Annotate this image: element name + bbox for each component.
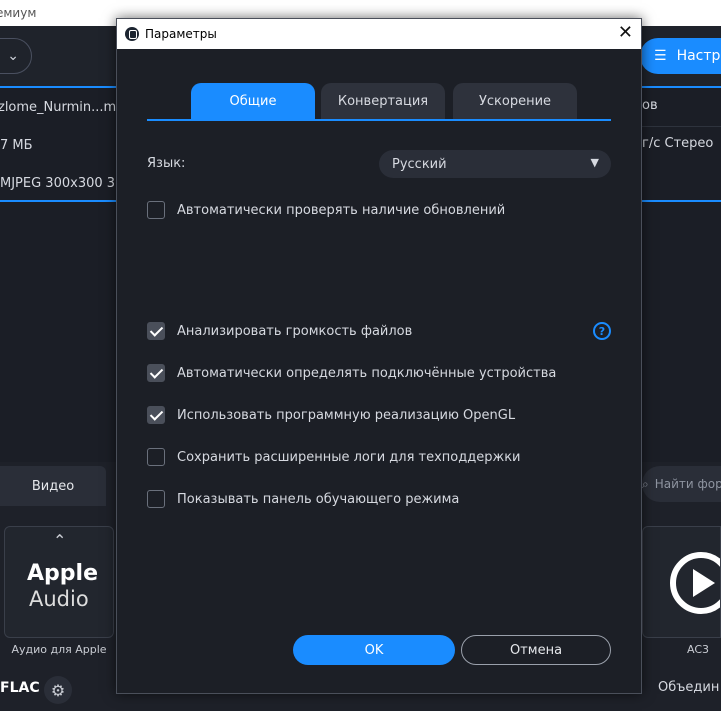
file-audio-info: г/с Стерео xyxy=(642,136,714,151)
option-extended-logs[interactable]: Сохранить расширенные логи для техподдер… xyxy=(147,446,521,468)
settings-button-label: Настр xyxy=(676,48,721,64)
format-card-apple-audio[interactable]: ⌃ Apple Audio xyxy=(4,526,114,638)
dialog-title-bar: Параметры ✕ xyxy=(117,19,641,49)
gear-icon[interactable]: ⚙ xyxy=(44,676,72,704)
output-format-label: FLAC xyxy=(0,680,40,696)
merge-files-toggle[interactable]: Объедин xyxy=(658,680,719,695)
language-value: Русский xyxy=(392,156,447,172)
format-search-input[interactable]: ⌕ Найти форм xyxy=(642,466,721,502)
option-check-updates[interactable]: Автоматически проверять наличие обновлен… xyxy=(147,199,505,221)
tab-general[interactable]: Общие xyxy=(191,83,315,119)
checkbox-software-opengl[interactable] xyxy=(147,406,165,424)
ok-button[interactable]: OK xyxy=(293,635,455,665)
tab-acceleration[interactable]: Ускорение xyxy=(453,83,577,119)
chevron-down-icon: ⌄ xyxy=(7,48,19,64)
option-label: Показывать панель обучающего режима xyxy=(177,491,460,507)
chevron-down-icon: ▼ xyxy=(590,156,599,169)
sliders-icon: ☰ xyxy=(654,48,667,64)
file-audio-column: ов г/с Стерео xyxy=(642,88,721,200)
option-software-opengl[interactable]: Использовать программную реализацию Open… xyxy=(147,404,515,426)
format-card-ac3-label: AC3 xyxy=(686,643,709,656)
option-label: Анализировать громкость файлов xyxy=(177,323,413,339)
close-icon[interactable]: ✕ xyxy=(618,23,633,43)
file-audio-header: ов xyxy=(642,98,658,113)
search-icon: ⌕ xyxy=(642,476,649,491)
apple-audio-logo-line1: Apple xyxy=(27,561,98,586)
checkbox-analyze-volume[interactable] xyxy=(147,322,165,340)
option-analyze-volume[interactable]: Анализировать громкость файлов xyxy=(147,320,412,342)
play-icon xyxy=(670,552,720,614)
help-icon[interactable]: ? xyxy=(593,322,611,340)
app-title: емиум xyxy=(0,6,37,20)
option-label: Автоматически определять подключённые ус… xyxy=(177,365,557,381)
tab-underline xyxy=(147,119,611,121)
apple-audio-logo-line2: Audio xyxy=(29,587,89,611)
cancel-button[interactable]: Отмена xyxy=(461,635,611,665)
option-label: Автоматически проверять наличие обновлен… xyxy=(177,202,506,218)
language-select[interactable]: Русский ▼ xyxy=(379,150,611,178)
dialog-title: Параметры xyxy=(145,27,217,41)
file-name: zlome_Nurmin...m_ xyxy=(0,100,123,115)
checkbox-check-updates[interactable] xyxy=(147,201,165,219)
format-card-apple-label: Аудио для Apple xyxy=(11,643,107,656)
language-label: Язык: xyxy=(147,156,186,171)
option-tutorial-panel[interactable]: Показывать панель обучающего режима xyxy=(147,488,459,510)
checkbox-detect-devices[interactable] xyxy=(147,364,165,382)
format-card-ac3[interactable] xyxy=(642,526,721,638)
search-placeholder: Найти форм xyxy=(654,477,721,491)
chevron-up-icon: ⌃ xyxy=(53,531,67,550)
settings-dialog: Параметры ✕ Общие Конвертация Ускорение … xyxy=(116,18,642,694)
settings-button[interactable]: ☰ Настр xyxy=(640,38,721,74)
tab-conversion[interactable]: Конвертация xyxy=(321,83,445,119)
settings-tabs: Общие Конвертация Ускорение xyxy=(147,83,611,121)
app-icon xyxy=(125,27,139,41)
checkbox-extended-logs[interactable] xyxy=(147,448,165,466)
divider xyxy=(642,126,721,127)
tab-video[interactable]: Видео xyxy=(0,466,106,506)
option-label: Сохранить расширенные логи для техподдер… xyxy=(177,449,521,465)
option-detect-devices[interactable]: Автоматически определять подключённые ус… xyxy=(147,362,556,384)
checkbox-tutorial-panel[interactable] xyxy=(147,490,165,508)
option-label: Использовать программную реализацию Open… xyxy=(177,407,516,423)
file-video-info: MJPEG 300x300 3 xyxy=(0,176,116,191)
file-size: 7 МБ xyxy=(0,138,33,153)
